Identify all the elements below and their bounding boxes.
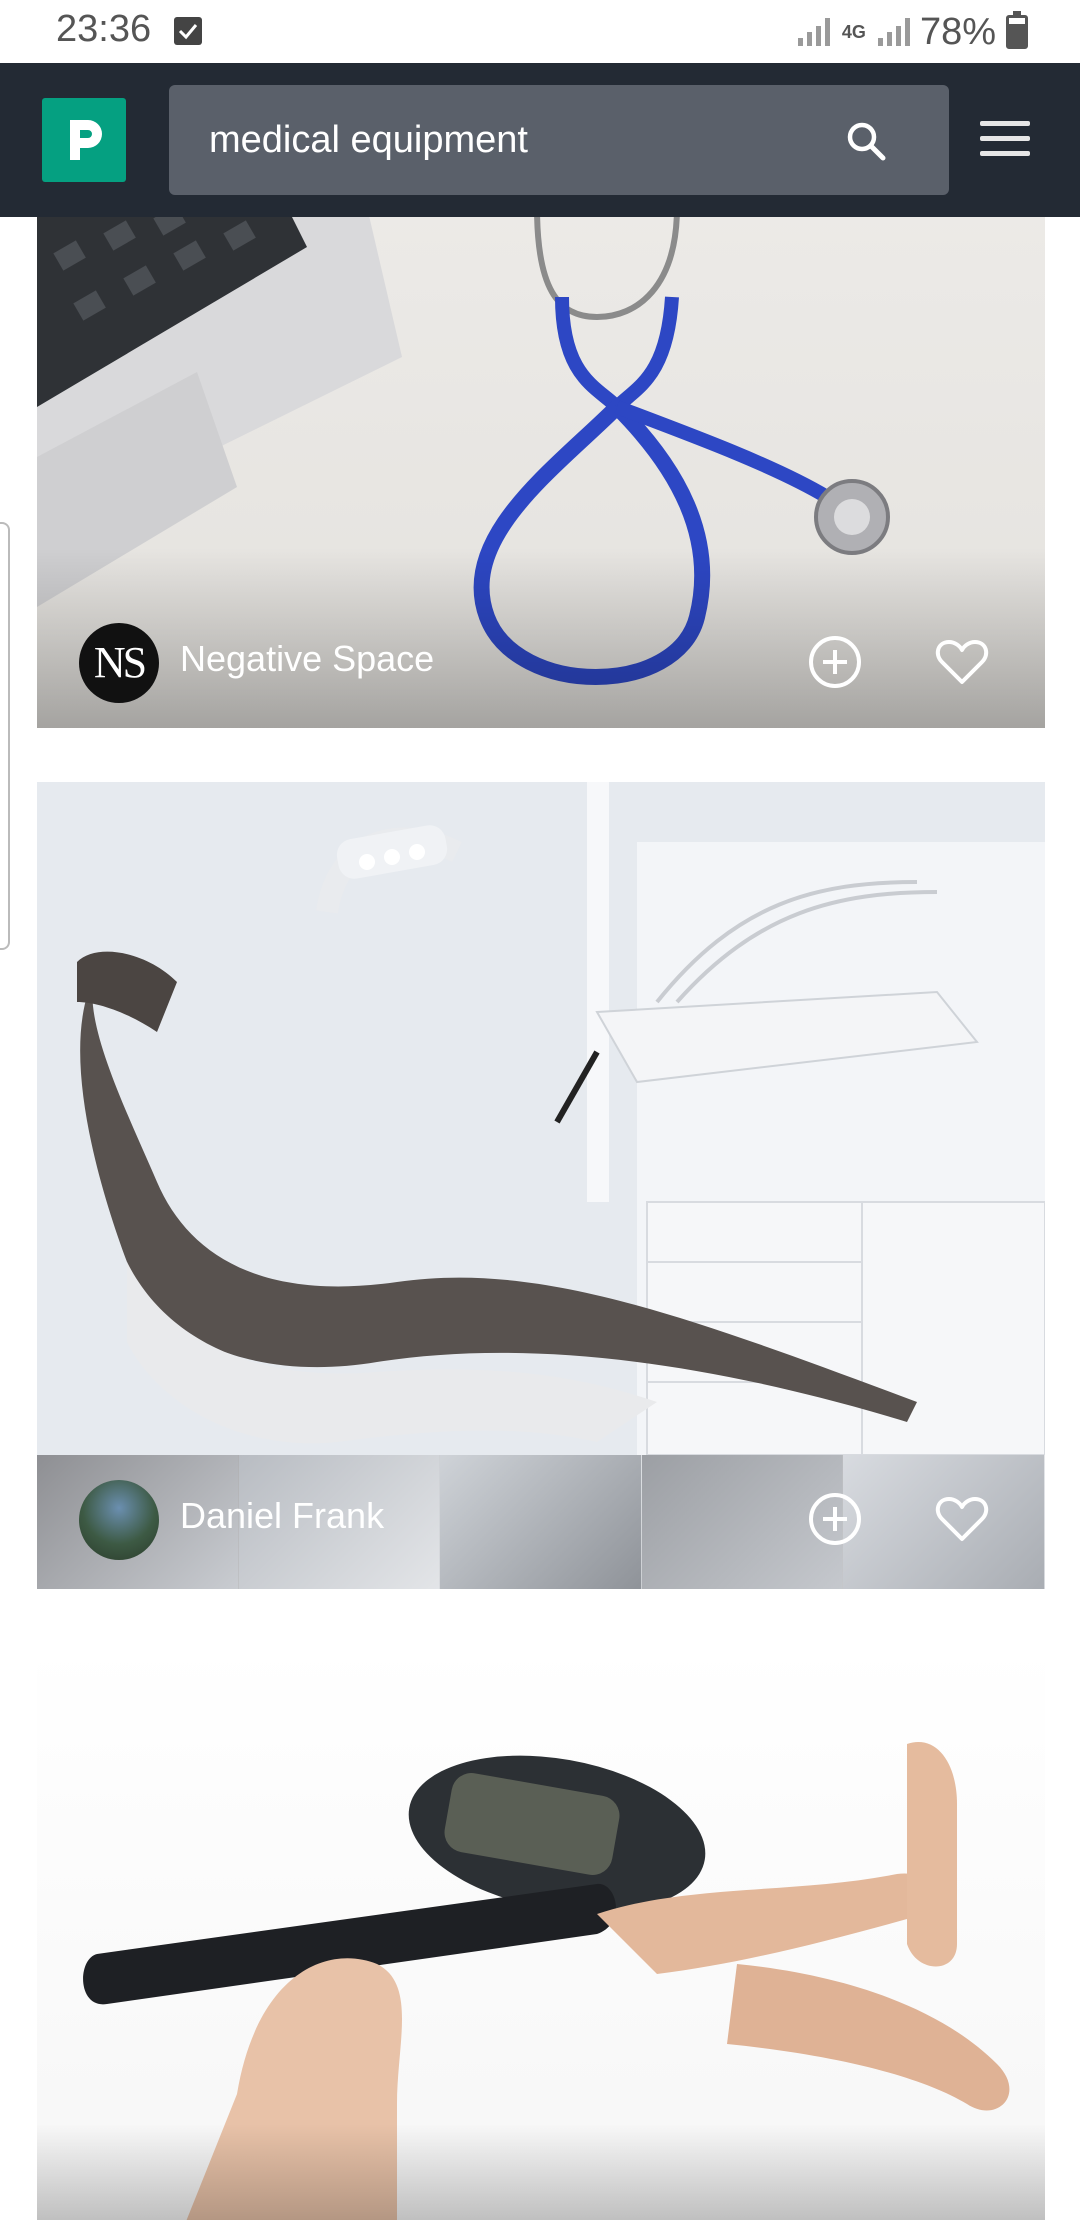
status-bar: 23:36 4G 78%: [0, 0, 1080, 63]
author-name[interactable]: Daniel Frank: [180, 1495, 384, 1537]
photo-card[interactable]: Daniel Frank: [37, 782, 1045, 1589]
photo-card[interactable]: [37, 1644, 1045, 2220]
dental-chair-photo: [37, 782, 1045, 1455]
card-shade: [37, 2124, 1045, 2220]
status-icons: 4G 78%: [797, 8, 1028, 56]
network-type: 4G: [841, 22, 866, 42]
add-to-collection-icon[interactable]: [807, 634, 863, 690]
card-footer: NS Negative Space: [37, 598, 1045, 728]
photo-feed[interactable]: NS Negative Space Daniel Frank: [0, 217, 1080, 2220]
photo-card[interactable]: NS Negative Space: [37, 217, 1045, 728]
status-time: 23:36: [56, 8, 152, 50]
signal-icon-1: [797, 18, 830, 46]
heart-icon[interactable]: [934, 1491, 990, 1547]
author-name[interactable]: Negative Space: [180, 638, 434, 680]
signal-icon-2: [877, 18, 910, 46]
logo-icon: [70, 120, 102, 160]
heart-icon[interactable]: [934, 634, 990, 690]
edge-panel-handle[interactable]: [0, 522, 10, 950]
card-footer: Daniel Frank: [37, 1455, 1045, 1589]
battery-icon: [1006, 11, 1028, 49]
author-avatar[interactable]: NS: [79, 623, 159, 703]
search-bar[interactable]: [169, 85, 949, 195]
add-to-collection-icon[interactable]: [807, 1491, 863, 1547]
checkbox-notification-icon: [174, 17, 202, 45]
battery-percent: 78%: [919, 10, 996, 53]
author-avatar[interactable]: [79, 1480, 159, 1560]
app-header: [0, 63, 1080, 217]
pexels-logo[interactable]: [42, 98, 126, 182]
search-icon[interactable]: [845, 120, 887, 162]
hamburger-menu-icon[interactable]: [980, 121, 1030, 157]
search-input[interactable]: [209, 85, 849, 195]
